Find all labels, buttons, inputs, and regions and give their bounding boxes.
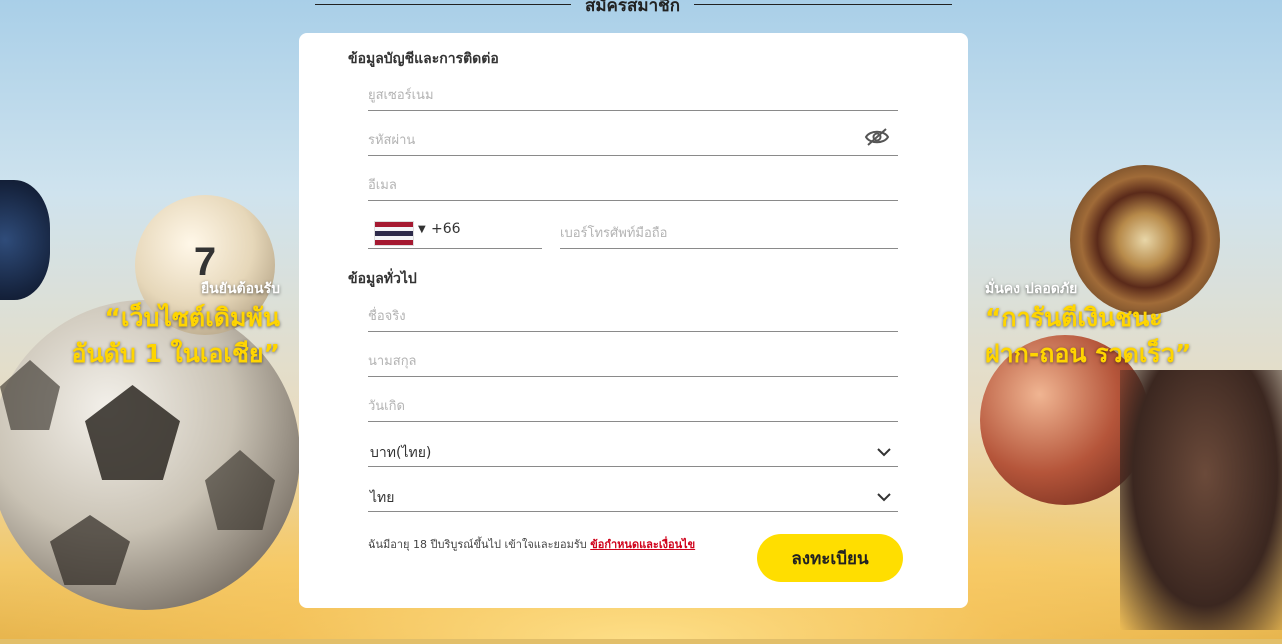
email-field[interactable]: อีเมล	[368, 169, 898, 201]
email-placeholder: อีเมล	[368, 178, 397, 193]
promo-right-line-2: ฝาก-ถอน รวดเร็ว”	[985, 339, 1192, 368]
phone-number-field[interactable]: เบอร์โทรศัพท์มือถือ	[560, 214, 898, 249]
dial-code: +66	[431, 221, 461, 237]
language-select[interactable]: ไทย	[368, 479, 898, 512]
thailand-flag-icon	[374, 221, 414, 246]
page-title-bar: สมัครสมาชิก	[315, 0, 952, 18]
last-name-field[interactable]: นามสกุล	[368, 345, 898, 377]
phone-number-placeholder: เบอร์โทรศัพท์มือถือ	[560, 226, 668, 241]
chevron-down-icon	[876, 488, 892, 502]
terms-agreement: ฉันมีอายุ 18 ปีบริบูรณ์ขึ้นไป เข้าใจและย…	[368, 535, 695, 553]
terms-text: ฉันมีอายุ 18 ปีบริบูรณ์ขึ้นไป เข้าใจและย…	[368, 538, 587, 551]
password-field[interactable]: รหัสผ่าน	[368, 124, 898, 156]
chevron-down-icon	[876, 443, 892, 457]
general-section-title: ข้อมูลทั่วไป	[348, 271, 417, 287]
title-divider-right	[694, 4, 952, 5]
promo-right-line-1: “การันตีเงินชนะ	[985, 303, 1163, 332]
currency-value: บาท(ไทย)	[370, 445, 432, 461]
username-field[interactable]: ยูสเซอร์เนม	[368, 79, 898, 111]
birthdate-placeholder: วันเกิด	[368, 399, 405, 414]
promo-left-line-1: “เว็บไซต์เดิมพัน	[104, 303, 281, 332]
promo-left-subtitle: ยืนยันต้อนรับ	[200, 281, 280, 297]
register-button[interactable]: ลงทะเบียน	[757, 534, 903, 582]
language-value: ไทย	[370, 490, 395, 506]
username-placeholder: ยูสเซอร์เนม	[368, 88, 434, 103]
title-divider-left	[315, 4, 571, 5]
registration-form-card: ข้อมูลบัญชีและการติดต่อ ยูสเซอร์เนม รหัส…	[299, 33, 968, 608]
page-title: สมัครสมาชิก	[584, 0, 681, 16]
last-name-placeholder: นามสกุล	[368, 354, 417, 369]
first-name-field[interactable]: ชื่อจริง	[368, 300, 898, 332]
promo-left-line-2: อันดับ 1 ในเอเชีย”	[71, 339, 280, 368]
terms-link[interactable]: ข้อกำหนดและเงื่อนไข	[590, 538, 695, 551]
promo-left: ยืนยันต้อนรับ “เว็บไซต์เดิมพัน อันดับ 1 …	[72, 278, 280, 372]
birthdate-field[interactable]: วันเกิด	[368, 390, 898, 422]
bottom-bar	[0, 639, 1282, 644]
first-name-placeholder: ชื่อจริง	[368, 309, 406, 324]
promo-right: มั่นคง ปลอดภัย “การันตีเงินชนะ ฝาก-ถอน ร…	[985, 278, 1191, 372]
horse-racing-image	[1120, 370, 1282, 630]
password-placeholder: รหัสผ่าน	[368, 133, 416, 148]
promo-right-subtitle: มั่นคง ปลอดภัย	[985, 281, 1078, 297]
caret-down-icon: ▼	[418, 224, 426, 235]
eye-slash-icon[interactable]	[864, 126, 890, 148]
currency-select[interactable]: บาท(ไทย)	[368, 434, 898, 467]
country-code-selector[interactable]: ▼ +66	[368, 214, 542, 249]
account-section-title: ข้อมูลบัญชีและการติดต่อ	[348, 51, 499, 67]
poker-chip-image	[0, 180, 50, 300]
